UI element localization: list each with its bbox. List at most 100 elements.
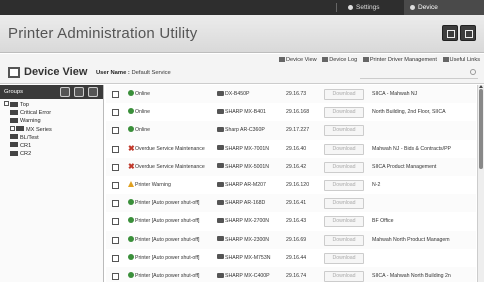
grid-icon[interactable]: [74, 87, 84, 97]
status-warning-icon: [128, 181, 134, 187]
status-cell: Printer [Auto power shut-off]: [128, 231, 213, 250]
model-cell: SHARP MX-7001N: [217, 140, 280, 159]
page-title: Device View: [24, 66, 88, 78]
row-checkbox[interactable]: [112, 200, 119, 208]
location-cell: Mahwah NJ - Bids & Contracts/PP: [372, 145, 451, 152]
tree-node[interactable]: BL/Test: [4, 134, 103, 142]
row-checkbox[interactable]: [112, 127, 119, 135]
tree-node-label: MX Series: [26, 126, 52, 133]
model-text: SHARP MX-2700N: [225, 218, 270, 225]
tree-node[interactable]: Critical Error: [4, 109, 103, 117]
tree-node[interactable]: CR2: [4, 150, 103, 158]
settings-icon[interactable]: [88, 87, 98, 97]
table-row[interactable]: Printer Warning SHARP AR-M207 29.16.120 Dow…: [106, 176, 476, 196]
ip-cell: 29.16.40: [286, 145, 307, 152]
window-icon[interactable]: [460, 25, 476, 41]
table-row[interactable]: Online Sharp AR-C360P 29.17.227 Download: [106, 121, 476, 141]
settings-tab-label: Settings: [356, 4, 380, 11]
device-log-link[interactable]: Device Log: [322, 57, 357, 63]
status-text: Printer [Auto power shut-off]: [135, 218, 200, 225]
user-info: User Name : Default Service: [96, 70, 171, 76]
ip-cell: 29.16.73: [286, 91, 307, 97]
model-cell: SHARP MX-5001N: [217, 158, 280, 177]
scroll-up-arrow-icon[interactable]: [479, 85, 483, 88]
table-row[interactable]: ✖Overdue Service Maintenance SHARP MX-500…: [106, 157, 476, 178]
model-cell: SHARP MX-2300N: [217, 231, 280, 250]
location-cell: [372, 121, 476, 140]
table-row[interactable]: Online SHARP MX-B401 29.16.168 Download Nort…: [106, 103, 476, 123]
nav-separator: [336, 3, 337, 12]
status-cell: Printer [Auto power shut-off]: [128, 249, 213, 268]
model-text: DX-B450P: [225, 91, 250, 97]
row-checkbox[interactable]: [112, 163, 119, 171]
location-cell: [372, 249, 476, 268]
table-row[interactable]: Printer [Auto power shut-off] SHARP MX-C4…: [106, 267, 476, 282]
status-error-icon: ✖: [128, 143, 135, 153]
status-cell: Printer [Auto power shut-off]: [128, 194, 213, 213]
row-checkbox[interactable]: [112, 236, 119, 244]
status-ok-icon: [128, 253, 134, 260]
device-view-link[interactable]: Device View: [279, 57, 317, 63]
table-row[interactable]: Online DX-B450P 29.16.73 Download SIICA - Ma…: [106, 85, 476, 105]
collapse-icon[interactable]: [4, 101, 9, 106]
row-checkbox[interactable]: [112, 218, 119, 226]
download-button[interactable]: Download: [324, 271, 364, 282]
download-button[interactable]: Download: [324, 216, 364, 228]
status-text: Printer Warning: [135, 182, 171, 188]
download-button[interactable]: Download: [324, 125, 364, 137]
table-row[interactable]: Printer [Auto power shut-off] SHARP MX-23…: [106, 230, 476, 250]
printer-icon: [217, 145, 224, 151]
tree-node-label: Warning: [20, 118, 41, 125]
device-log-link-label: Device Log: [329, 57, 358, 63]
model-text: SHARP MX-B401: [225, 109, 266, 116]
folder-icon: [16, 126, 24, 132]
ip-cell: 29.17.227: [286, 127, 310, 134]
model-cell: Sharp AR-C360P: [217, 121, 280, 140]
status-cell: Online: [128, 121, 213, 140]
scrollbar-thumb[interactable]: [479, 89, 483, 169]
table-row[interactable]: ✖Overdue Service Maintenance SHARP MX-700…: [106, 139, 476, 159]
row-checkbox[interactable]: [112, 91, 119, 98]
download-button[interactable]: Download: [324, 161, 364, 173]
download-button[interactable]: Download: [324, 107, 364, 119]
table-row[interactable]: Printer [Auto power shut-off] SHARP MX-M7…: [106, 248, 476, 269]
useful-links-link[interactable]: Useful Links: [442, 57, 480, 63]
device-management-tab[interactable]: Device Management: [404, 0, 484, 26]
ip-cell: 29.16.42: [286, 163, 307, 170]
tree-node[interactable]: CR1: [4, 142, 103, 150]
device-management-icon: [410, 5, 415, 10]
refresh-icon[interactable]: [60, 87, 70, 97]
table-row[interactable]: Printer [Auto power shut-off] SHARP MX-27…: [106, 212, 476, 232]
driver-management-link[interactable]: Printer Driver Management: [362, 57, 437, 63]
row-checkbox[interactable]: [112, 109, 119, 117]
settings-tab[interactable]: Settings: [342, 0, 398, 15]
status-cell: Printer [Auto power shut-off]: [128, 267, 213, 282]
expand-icon[interactable]: [10, 125, 15, 131]
tree-node[interactable]: Warning: [4, 117, 103, 125]
status-ok-icon: [128, 235, 134, 242]
table-row[interactable]: Printer [Auto power shut-off] SHARP AR-16…: [106, 194, 476, 214]
row-checkbox[interactable]: [112, 273, 119, 280]
download-button[interactable]: Download: [324, 252, 364, 264]
tree-node[interactable]: Top: [4, 101, 103, 109]
logout-icon[interactable]: [442, 25, 458, 41]
status-text: Online: [135, 91, 150, 97]
location-cell: SIICA - Mahwah North Building 2n: [372, 273, 451, 279]
search-input[interactable]: [360, 69, 478, 79]
download-button[interactable]: Download: [324, 143, 364, 155]
tree-node[interactable]: MX Series: [4, 125, 103, 134]
row-checkbox[interactable]: [112, 254, 119, 262]
download-button[interactable]: Download: [324, 234, 364, 246]
row-checkbox[interactable]: [112, 182, 119, 189]
model-cell: SHARP AR-168D: [217, 194, 280, 213]
vertical-scrollbar[interactable]: [477, 85, 484, 282]
download-button[interactable]: Download: [324, 89, 364, 100]
download-button[interactable]: Download: [324, 180, 364, 191]
search-icon[interactable]: [470, 69, 476, 75]
row-checkbox[interactable]: [112, 145, 119, 153]
status-text: Online: [135, 109, 150, 116]
status-ok-icon: [128, 126, 134, 133]
status-cell: ✖Overdue Service Maintenance: [128, 140, 213, 159]
download-button[interactable]: Download: [324, 198, 364, 210]
printer-icon: [217, 126, 224, 132]
